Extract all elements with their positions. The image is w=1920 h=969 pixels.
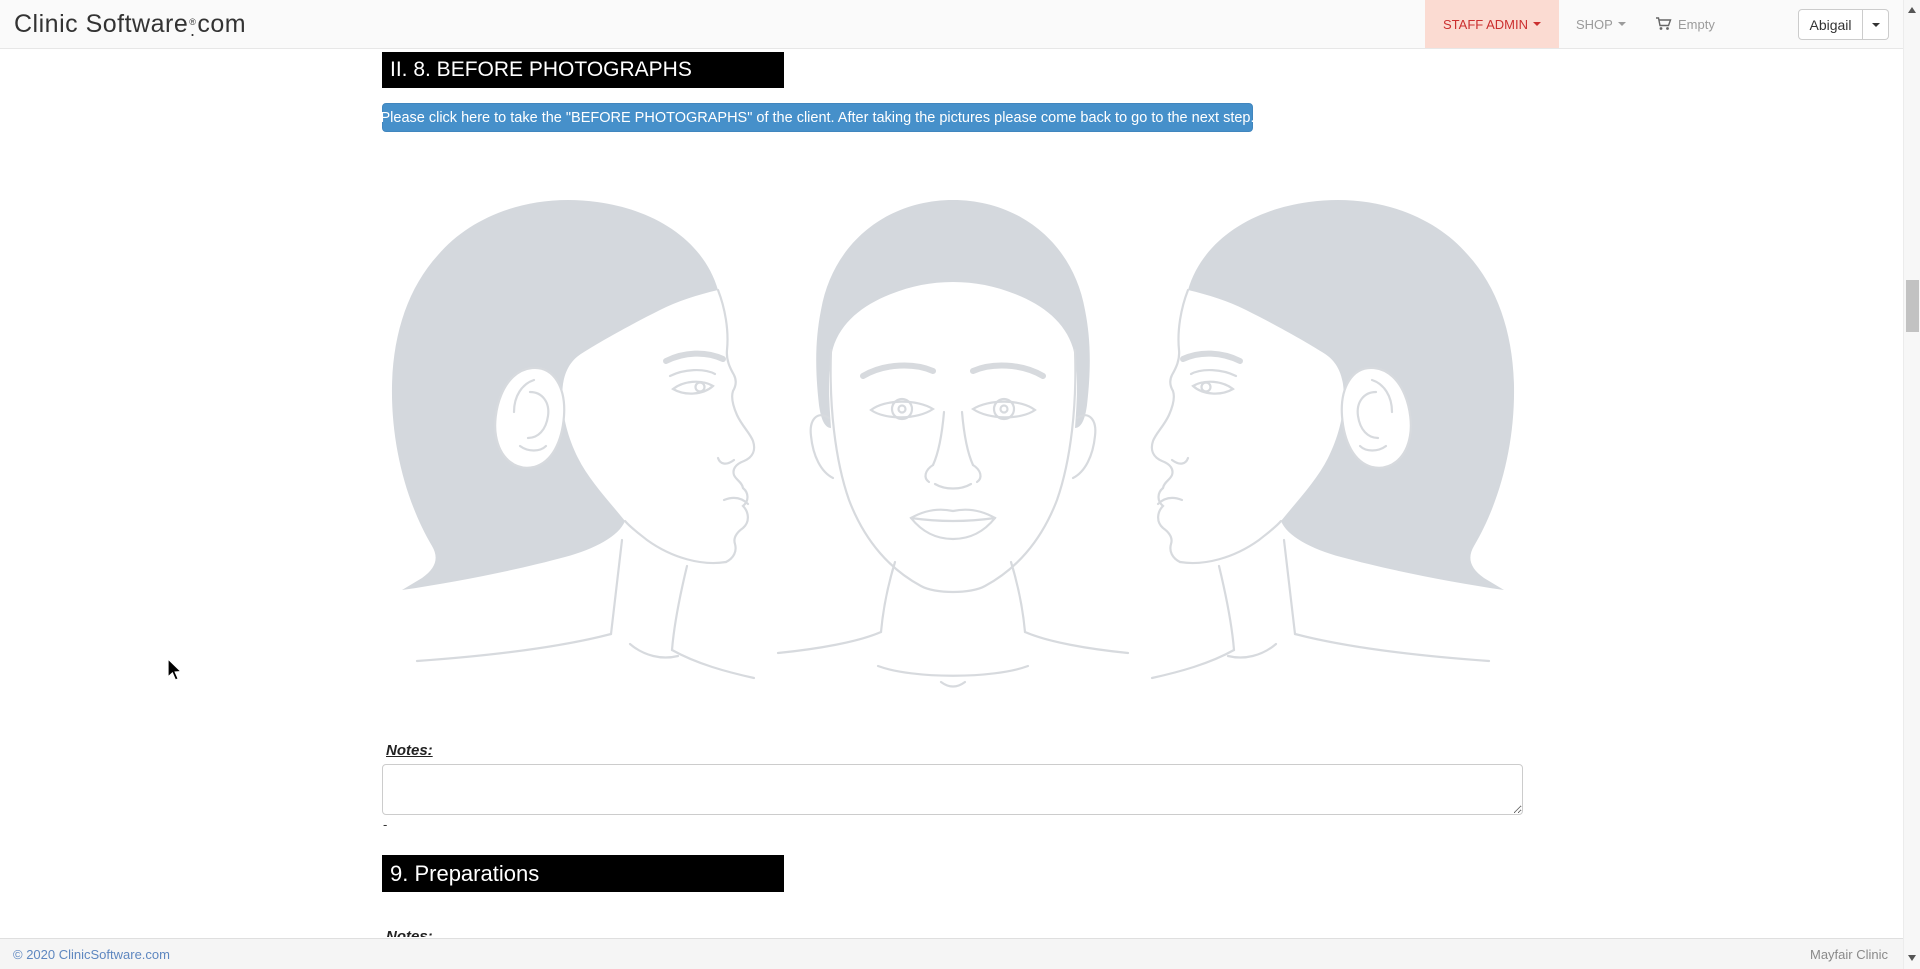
shop-menu[interactable]: SHOP	[1576, 0, 1626, 48]
logo-text: Clinic Software	[14, 10, 188, 39]
caret-down-icon	[1872, 23, 1880, 27]
notes-label: Notes:	[386, 742, 433, 759]
face-sketch-right-profile	[1144, 170, 1525, 721]
mouse-cursor-icon	[166, 658, 186, 682]
logo-suffix: com	[197, 10, 246, 39]
cart-status-label: Empty	[1678, 17, 1715, 32]
shop-label: SHOP	[1576, 17, 1613, 32]
shopping-cart-icon	[1655, 16, 1672, 32]
page: Clinic Software®.com STAFF ADMIN SHOP Em…	[0, 0, 1920, 969]
section-title-before-photographs: II. 8. BEFORE PHOTOGRAPHS	[382, 52, 784, 88]
female-head-front-icon	[763, 170, 1143, 721]
copyright-link[interactable]: © 2020 ClinicSoftware.com	[13, 939, 170, 969]
notes-label-clipped: Notes:	[386, 928, 446, 937]
face-sketches	[382, 170, 1525, 721]
cart-status[interactable]: Empty	[1655, 0, 1715, 48]
take-before-photographs-button[interactable]: Please click here to take the "BEFORE PH…	[382, 103, 1253, 132]
face-sketch-left-profile	[382, 170, 763, 721]
vertical-scrollbar[interactable]	[1903, 0, 1920, 969]
caret-down-icon	[1618, 22, 1626, 26]
footer: © 2020 ClinicSoftware.com Mayfair Clinic	[0, 938, 1920, 969]
scrollbar-thumb[interactable]	[1906, 280, 1919, 332]
top-navbar: Clinic Software®.com STAFF ADMIN SHOP Em…	[0, 0, 1920, 49]
section-title-preparations: 9. Preparations	[382, 855, 784, 892]
female-head-profile-left-icon	[1144, 170, 1524, 721]
clinic-software-logo[interactable]: Clinic Software®.com	[14, 0, 246, 48]
scroll-up-icon[interactable]	[1908, 7, 1916, 13]
clinic-name: Mayfair Clinic	[1810, 939, 1888, 969]
face-sketch-front	[763, 170, 1144, 721]
user-button-group: Abigail	[1798, 9, 1889, 40]
scroll-down-icon[interactable]	[1908, 955, 1916, 961]
caret-down-icon	[1533, 22, 1541, 26]
female-head-profile-right-icon	[382, 170, 762, 721]
notes-textarea[interactable]	[382, 764, 1523, 815]
logo-dot: .	[190, 27, 196, 33]
user-button[interactable]: Abigail	[1798, 9, 1863, 40]
user-dropdown-button[interactable]	[1863, 9, 1889, 40]
dash-text: -	[383, 817, 387, 832]
staff-admin-menu[interactable]: STAFF ADMIN	[1425, 0, 1559, 48]
staff-admin-label: STAFF ADMIN	[1443, 17, 1528, 32]
